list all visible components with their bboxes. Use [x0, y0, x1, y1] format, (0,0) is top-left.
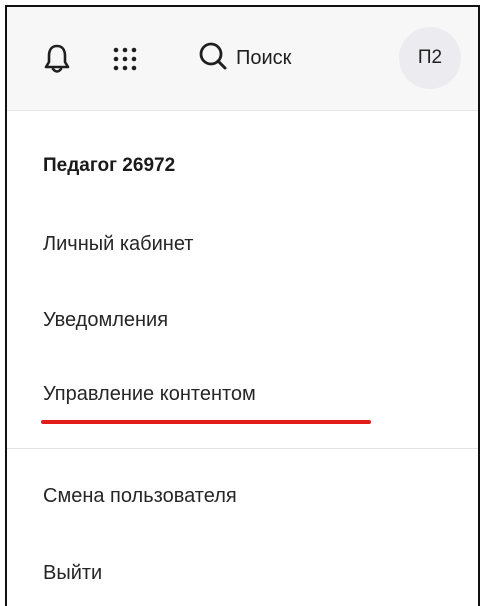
menu-item-personal-account[interactable]: Личный кабинет [43, 233, 193, 256]
highlight-underline [41, 420, 371, 424]
menu-item-notifications[interactable]: Уведомления [43, 309, 168, 332]
bell-icon[interactable] [43, 43, 71, 75]
menu-header: Поиск П2 [7, 7, 478, 111]
menu-divider [7, 448, 478, 449]
apps-grid-icon[interactable] [111, 45, 139, 73]
menu-item-content-management[interactable]: Управление контентом [43, 383, 256, 406]
avatar[interactable]: П2 [399, 27, 461, 89]
menu-item-logout[interactable]: Выйти [43, 562, 102, 585]
user-name: Педагог 26972 [43, 155, 176, 176]
search-button[interactable]: Поиск [198, 40, 291, 76]
menu-item-switch-user[interactable]: Смена пользователя [43, 485, 237, 508]
user-menu-panel: Поиск П2 Педагог 26972 Личный кабинет Ув… [5, 5, 480, 606]
search-label: Поиск [236, 46, 292, 69]
search-icon [198, 41, 228, 76]
